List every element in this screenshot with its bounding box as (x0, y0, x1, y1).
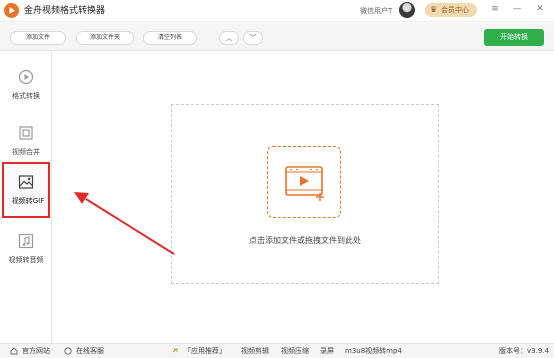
link-video-edit[interactable]: 视频剪辑 (241, 345, 269, 357)
support-icon (64, 347, 72, 355)
add-video-icon[interactable] (267, 146, 341, 218)
sidebar-item-video-to-gif[interactable]: 视频转GIF (2, 162, 50, 218)
sidebar-item-label: 格式转换 (12, 92, 40, 100)
app-recommend-label: 「应用推荐」 (184, 347, 226, 355)
merge-icon (19, 126, 33, 140)
sidebar-item-merge[interactable]: 视频合并 (2, 113, 50, 169)
menu-icon[interactable]: ≡ (489, 3, 501, 15)
music-note-icon (18, 233, 34, 249)
version-label: 版本号：v3.9.4 (499, 347, 549, 355)
vip-center-button[interactable]: ♛ 会员中心 (425, 3, 477, 17)
add-folder-button[interactable]: 添加文件夹 (76, 31, 134, 45)
sidebar-item-label: 视频转GIF (11, 197, 45, 205)
move-up-button[interactable]: ︿ (219, 31, 239, 45)
link-m3u8-to-mp4[interactable]: m3u8视频转mp4 (345, 345, 402, 357)
user-name[interactable]: 微信用户T (360, 5, 392, 17)
sidebar-item-label: 视频合并 (12, 148, 40, 156)
official-site-link[interactable]: 官方网站 (22, 345, 50, 357)
sidebar-item-format-convert[interactable]: 格式转换 (2, 57, 50, 113)
gif-image-icon (18, 175, 34, 189)
close-icon[interactable]: ✕ (534, 3, 546, 15)
clear-list-button[interactable]: 清空列表 (143, 31, 197, 45)
app-logo-icon (4, 3, 19, 18)
online-service-link[interactable]: 在线客服 (76, 345, 104, 357)
toolbar: 添加文件 添加文件夹 清空列表 ︿ ﹀ (0, 23, 554, 51)
move-down-button[interactable]: ﹀ (243, 31, 263, 45)
title-bar: 金舟视频格式转换器 微信用户T ♛ 会员中心 ≡ — ✕ (0, 0, 554, 22)
link-icon (172, 348, 178, 353)
crown-icon: ♛ (430, 5, 438, 14)
sidebar-item-video-to-audio[interactable]: 视频转音频 (2, 221, 50, 277)
sidebar-item-label: 视频转音频 (8, 256, 44, 264)
avatar[interactable] (399, 2, 415, 18)
minimize-icon[interactable]: — (511, 3, 523, 15)
add-file-button[interactable]: 添加文件 (10, 31, 66, 45)
sidebar: 格式转换 视频合并 视频转GIF 视频转音频 (0, 51, 52, 343)
start-convert-button[interactable]: 开始转换 (484, 29, 544, 46)
link-video-compress[interactable]: 视频压缩 (281, 345, 309, 357)
app-title: 金舟视频格式转换器 (24, 6, 106, 16)
vip-center-label: 会员中心 (441, 6, 469, 14)
format-convert-icon (18, 69, 34, 85)
status-bar: 官方网站 在线客服 「应用推荐」 视频剪辑 视频压缩 录屏 m3u8视频转mp4… (0, 343, 554, 358)
link-screen-record[interactable]: 录屏 (320, 345, 334, 357)
home-icon (10, 347, 18, 355)
drop-hint-text: 点击添加文件或拖拽文件到此处 (249, 236, 361, 245)
